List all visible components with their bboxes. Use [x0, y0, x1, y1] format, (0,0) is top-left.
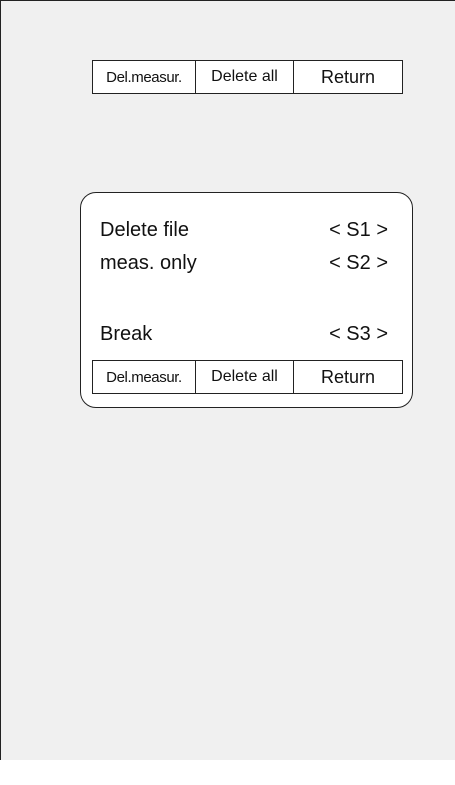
- dialog-return-button[interactable]: Return: [294, 361, 402, 393]
- del-measur-button[interactable]: Del.measur.: [93, 61, 196, 93]
- option-key: < S2 >: [329, 251, 388, 274]
- option-key: < S1 >: [329, 218, 388, 241]
- option-label: Break: [100, 322, 153, 345]
- option-label: Delete file: [100, 218, 189, 241]
- top-softkey-bar: Del.measur. Delete all Return: [92, 60, 403, 94]
- option-key: < S3 >: [329, 322, 388, 345]
- dialog-option-break[interactable]: Break < S3 >: [100, 321, 388, 347]
- dialog-del-measur-button[interactable]: Del.measur.: [93, 361, 196, 393]
- dialog-delete-all-button[interactable]: Delete all: [196, 361, 294, 393]
- delete-all-button[interactable]: Delete all: [196, 61, 294, 93]
- return-button[interactable]: Return: [294, 61, 402, 93]
- dialog-softkey-bar: Del.measur. Delete all Return: [92, 360, 403, 394]
- dialog-option-delete-file[interactable]: Delete file < S1 >: [100, 217, 388, 243]
- dialog-option-meas-only[interactable]: meas. only < S2 >: [100, 250, 388, 276]
- option-label: meas. only: [100, 251, 197, 274]
